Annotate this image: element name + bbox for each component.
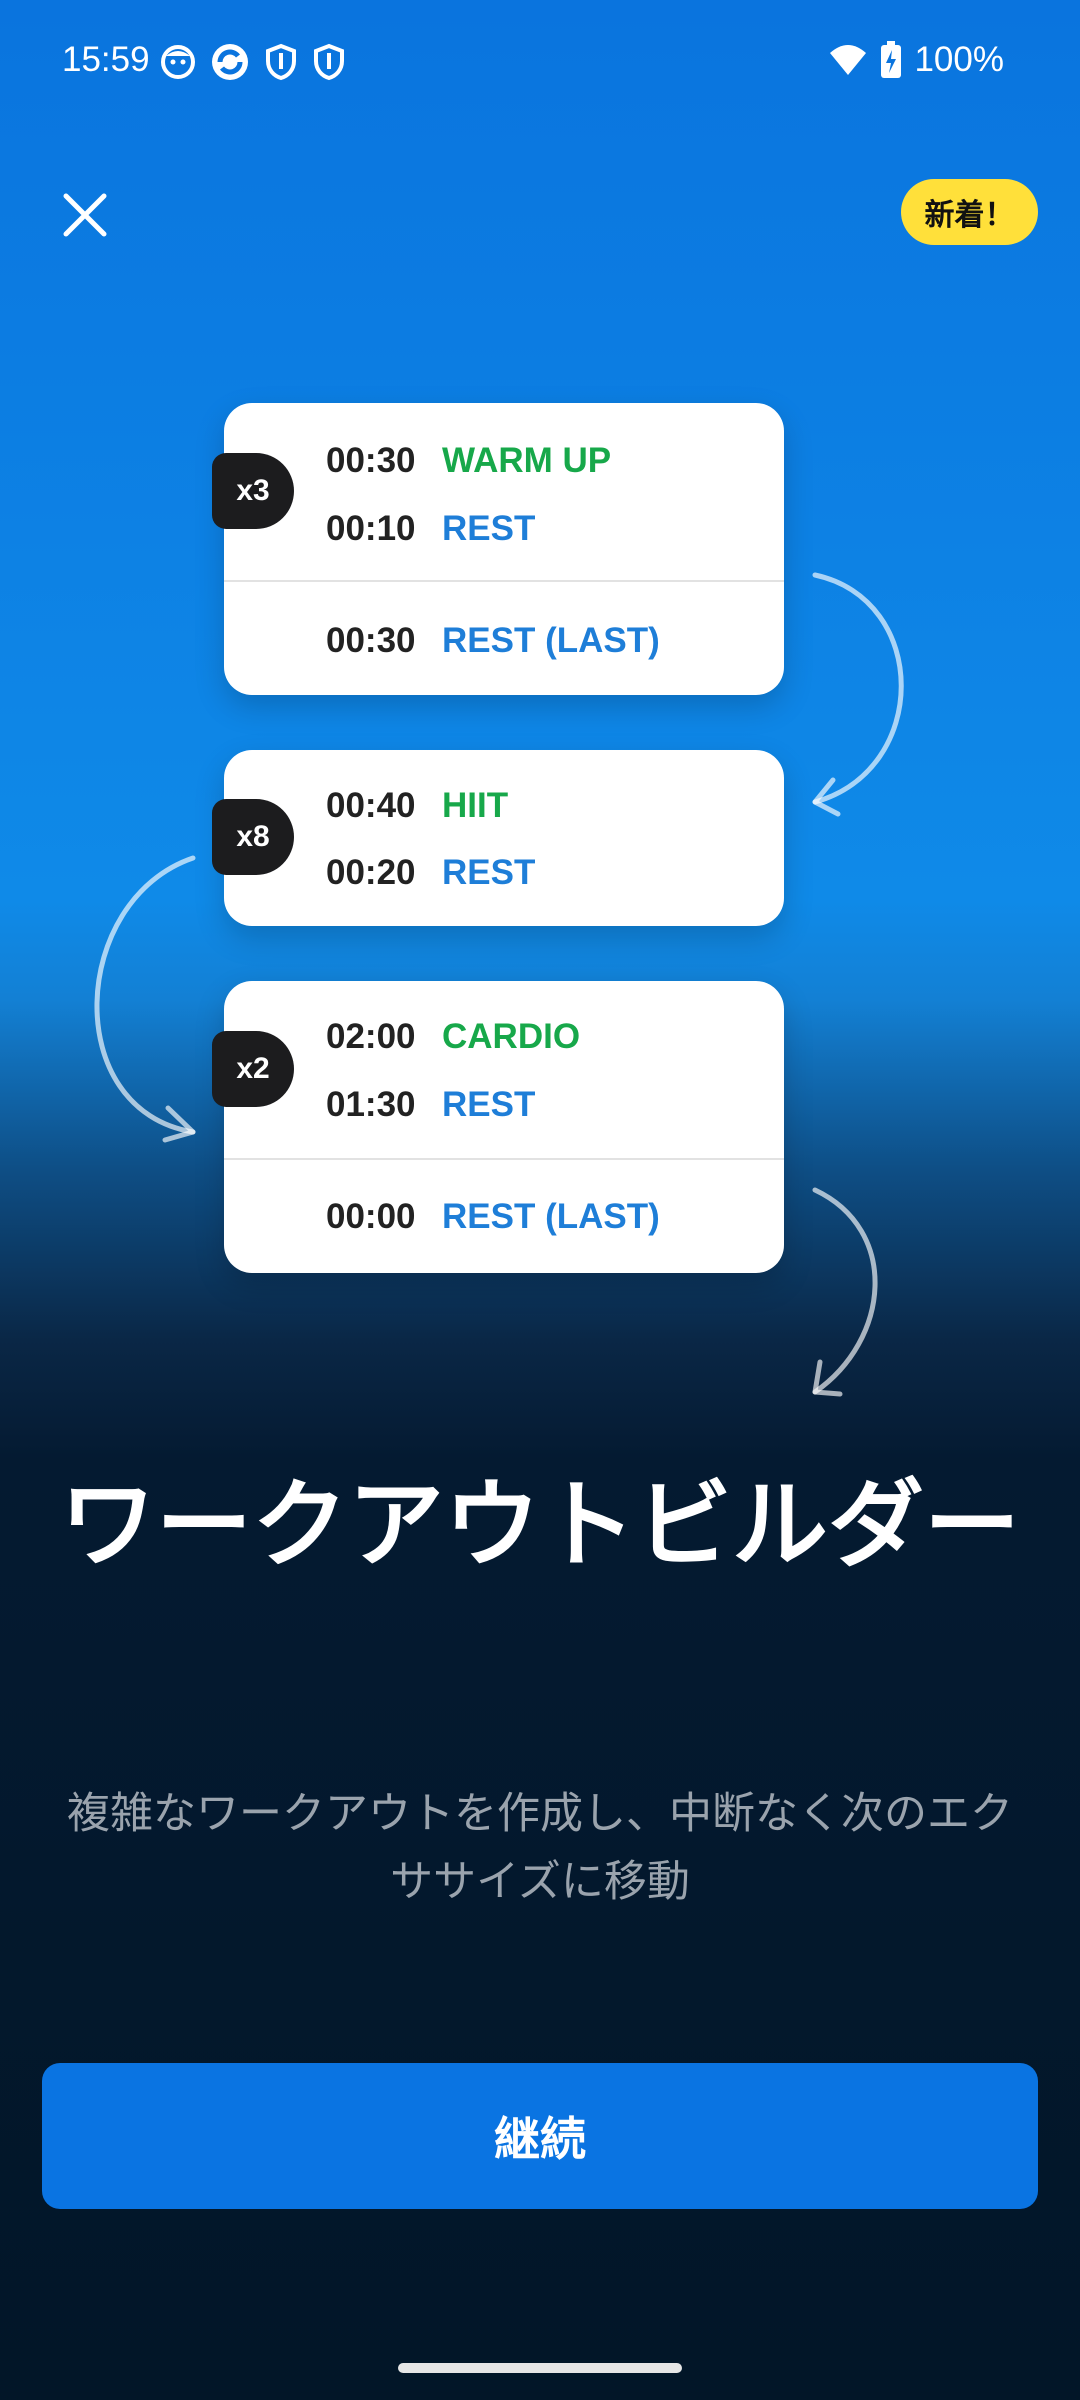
close-button[interactable] (56, 186, 114, 244)
shield-icon (314, 43, 344, 81)
workout-card-2: x8 00:40 HIIT 00:20 REST (212, 750, 784, 926)
battery-charging-icon (881, 41, 902, 78)
interval-label: REST (LAST) (442, 1197, 660, 1236)
last-interval-row: 00:00 REST (LAST) (326, 1192, 660, 1242)
close-icon (63, 193, 107, 237)
home-indicator[interactable] (398, 2363, 682, 2373)
arrow-3-head (812, 1359, 843, 1397)
interval-time: 01:30 (326, 1085, 416, 1124)
interval-time: 00:00 (326, 1197, 416, 1236)
interval-time: 00:10 (326, 509, 416, 548)
reps-badge: x8 (212, 799, 294, 875)
interval-row: 00:10 REST (326, 504, 535, 554)
arrow-1-head (812, 777, 841, 817)
interval-label: REST (442, 509, 536, 548)
interval-time: 02:00 (326, 1017, 416, 1056)
status-bar: 15:59 100% (0, 0, 1080, 128)
reps-badge: x2 (212, 1031, 294, 1107)
page-subtitle: 複雑なワークアウトを作成し、中断なく次のエクササイズに移動 (67, 1789, 1013, 1907)
new-badge: 新着！ (901, 179, 1038, 245)
interval-label: REST (442, 1085, 536, 1124)
interval-time: 00:30 (326, 441, 416, 480)
continue-button[interactable]: 継続 (42, 2063, 1038, 2209)
battery-percentage: 100% (914, 40, 1004, 79)
reps-badge: x3 (212, 453, 294, 529)
arrow-1 (812, 572, 904, 805)
interval-row: 01:30 REST (326, 1080, 535, 1130)
status-notification-icons (160, 42, 346, 82)
divider (224, 1158, 784, 1160)
face-app-icon (161, 45, 195, 79)
last-interval-row: 00:30 REST (LAST) (326, 616, 660, 666)
interval-time: 00:40 (326, 786, 416, 825)
divider (224, 580, 784, 582)
workout-card-3: x2 02:00 CARDIO 01:30 REST 00:00 REST (L… (212, 981, 784, 1273)
sync-app-icon (212, 44, 248, 80)
interval-label: REST (LAST) (442, 621, 660, 660)
interval-time: 00:30 (326, 621, 416, 660)
interval-label: WARM UP (442, 441, 612, 480)
wifi-icon (830, 45, 867, 75)
shield-icon (266, 43, 296, 81)
interval-row: 00:30 WARM UP (326, 436, 611, 486)
interval-row: 00:20 REST (326, 848, 535, 898)
page-title: ワークアウトビルダー (60, 1469, 1020, 1581)
interval-row: 00:40 HIIT (326, 781, 508, 831)
arrow-2 (94, 855, 196, 1135)
workout-card-1: x3 00:30 WARM UP 00:10 REST 00:30 REST (… (212, 403, 784, 695)
interval-label: CARDIO (442, 1017, 581, 1056)
status-time: 15:59 (62, 40, 150, 79)
interval-label: REST (442, 853, 536, 892)
interval-label: HIIT (442, 786, 509, 825)
status-system-icons: 100% (828, 40, 1004, 80)
interval-time: 00:20 (326, 853, 416, 892)
interval-row: 02:00 CARDIO (326, 1012, 580, 1062)
arrow-2-head (162, 1105, 196, 1143)
arrow-3 (812, 1187, 878, 1395)
